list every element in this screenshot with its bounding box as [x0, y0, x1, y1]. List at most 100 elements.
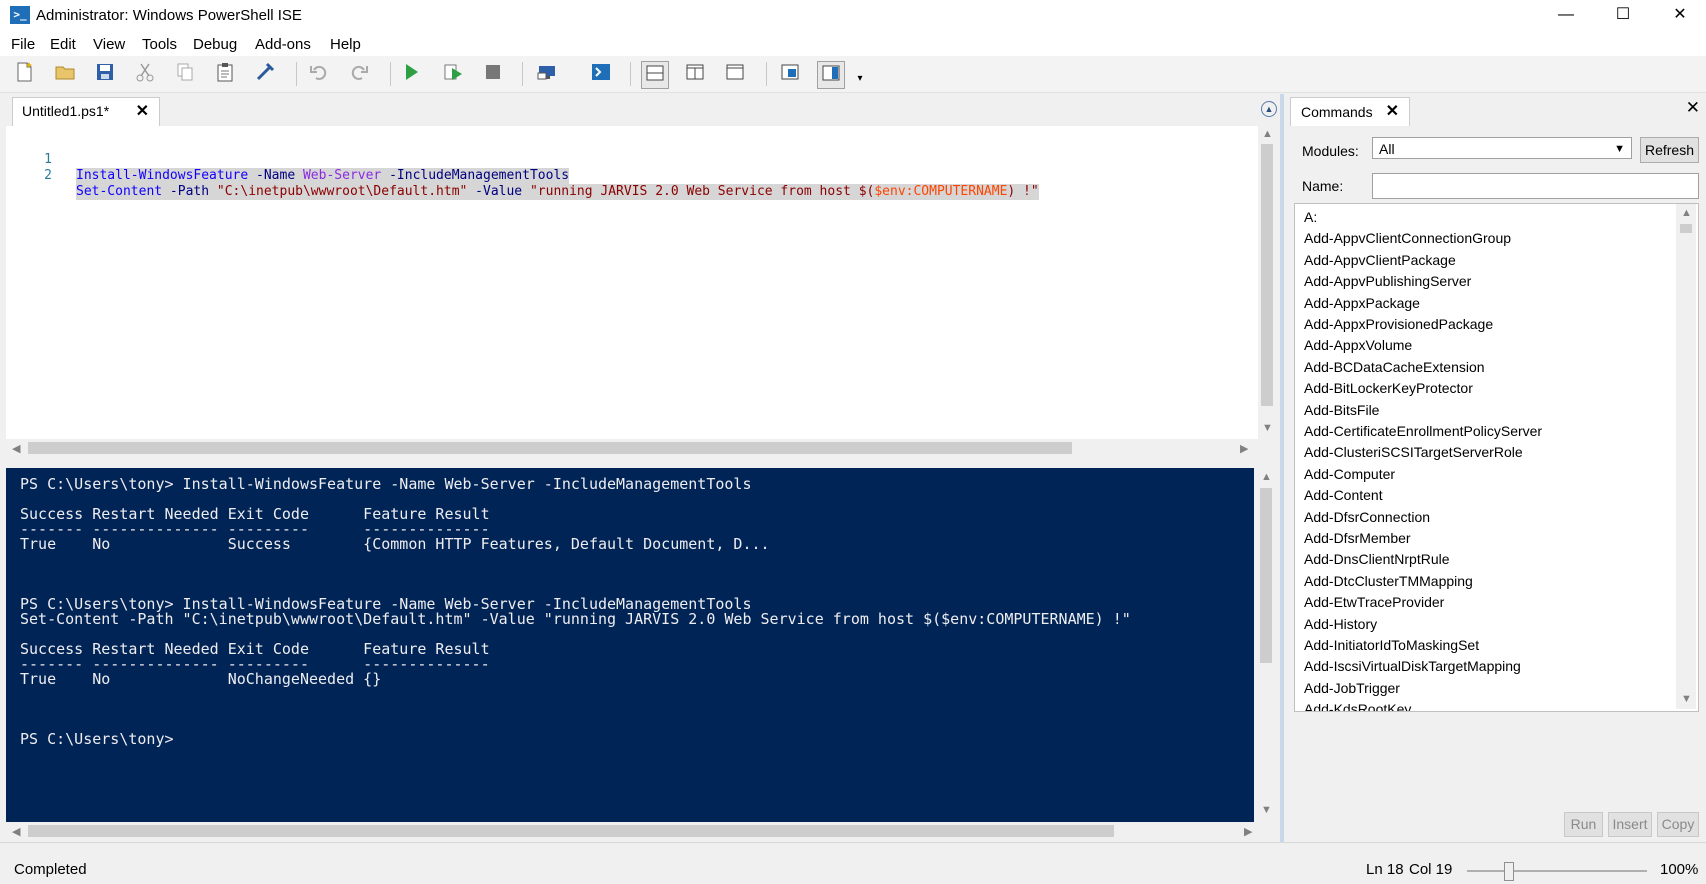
list-item[interactable]: Add-AppxProvisionedPackage — [1304, 314, 1493, 334]
clear-icon[interactable] — [252, 61, 278, 87]
chevron-down-icon[interactable]: ▼ — [1262, 422, 1273, 434]
copy-icon[interactable] — [172, 61, 198, 87]
paste-icon[interactable] — [212, 61, 238, 87]
list-item[interactable]: Add-JobTrigger — [1304, 678, 1400, 698]
list-item[interactable]: Add-IscsiVirtualDiskTargetMapping — [1304, 656, 1521, 676]
list-item[interactable]: Add-DtcClusterTMMapping — [1304, 571, 1473, 591]
layout-top-icon[interactable] — [641, 61, 669, 89]
chevron-down-icon: ▼ — [1614, 143, 1625, 155]
list-item[interactable]: Add-DfsrConnection — [1304, 507, 1430, 527]
undo-icon[interactable] — [306, 61, 332, 87]
list-item[interactable]: Add-AppxVolume — [1304, 335, 1412, 355]
copy-button[interactable]: Copy — [1657, 812, 1699, 837]
maximize-button[interactable]: ☐ — [1597, 0, 1649, 30]
console-line: PS C:\Users\tony> Install-WindowsFeature… — [20, 475, 752, 493]
tab-commands[interactable]: Commands ✕ — [1290, 97, 1410, 126]
console-horizontal-scrollbar[interactable]: ◀ ▶ — [6, 822, 1276, 840]
list-item[interactable]: Add-EtwTraceProvider — [1304, 592, 1444, 612]
chevron-down-icon[interactable]: ▼ — [1261, 804, 1272, 816]
list-item[interactable]: Add-BitLockerKeyProtector — [1304, 378, 1473, 398]
list-item[interactable]: Add-ClusteriSCSITargetServerRole — [1304, 442, 1523, 462]
menu-help[interactable]: Help — [330, 36, 361, 53]
list-item[interactable]: Add-Content — [1304, 485, 1383, 505]
minimize-button[interactable]: — — [1540, 0, 1592, 30]
code-line: 1 Install-WindowsFeature -Name Web-Serve… — [6, 136, 570, 184]
chevron-up-icon[interactable]: ▲ — [1261, 471, 1272, 483]
redo-icon[interactable] — [346, 61, 372, 87]
chevron-down-icon[interactable]: ▼ — [1681, 693, 1692, 705]
scroll-thumb[interactable] — [28, 825, 1114, 837]
list-item[interactable]: Add-AppvClientConnectionGroup — [1304, 228, 1511, 248]
menu-file[interactable]: File — [11, 36, 35, 53]
menu-debug[interactable]: Debug — [193, 36, 237, 53]
layout-right-icon[interactable] — [682, 61, 708, 87]
insert-button[interactable]: Insert — [1608, 812, 1652, 837]
list-item[interactable]: Add-AppxPackage — [1304, 293, 1420, 313]
menu-addons[interactable]: Add-ons — [255, 36, 311, 53]
chevron-right-icon[interactable]: ▶ — [1244, 825, 1252, 838]
line-number: 2 — [44, 168, 52, 183]
commands-list-scrollbar[interactable]: ▲ ▼ — [1676, 204, 1696, 709]
stop-icon[interactable] — [480, 61, 506, 87]
show-commands-icon[interactable] — [817, 61, 845, 89]
close-pane-icon[interactable]: ✕ — [1686, 98, 1700, 118]
chevron-up-icon[interactable]: ▲ — [1681, 207, 1692, 219]
list-item[interactable]: Add-BCDataCacheExtension — [1304, 357, 1485, 377]
list-item[interactable]: Add-Computer — [1304, 464, 1395, 484]
commands-list[interactable]: A: Add-AppvClientConnectionGroup Add-AppvC… — [1294, 203, 1699, 712]
editor-horizontal-scrollbar[interactable]: ◀ ▶ — [6, 439, 1258, 457]
collapse-script-pane-icon[interactable]: ▲ — [1261, 101, 1277, 117]
menu-edit[interactable]: Edit — [50, 36, 76, 53]
console-vertical-scrollbar[interactable]: ▲ ▼ — [1256, 468, 1276, 822]
tab-untitled1[interactable]: Untitled1.ps1* ✕ — [12, 97, 160, 126]
console-line: True No NoChangeNeeded {} — [20, 670, 382, 688]
run-icon[interactable] — [398, 61, 424, 87]
list-item[interactable]: Add-BitsFile — [1304, 400, 1379, 420]
open-icon[interactable] — [52, 61, 78, 87]
list-item[interactable]: Add-CertificateEnrollmentPolicyServer — [1304, 421, 1542, 441]
editor-vertical-scrollbar[interactable]: ▲ ▼ — [1258, 126, 1276, 439]
remote-powershell-icon[interactable] — [534, 61, 560, 87]
menu-view[interactable]: View — [93, 36, 125, 53]
save-icon[interactable] — [92, 61, 118, 87]
name-field[interactable] — [1372, 173, 1699, 199]
scroll-thumb[interactable] — [1261, 144, 1273, 406]
cut-icon[interactable] — [132, 61, 158, 87]
refresh-button[interactable]: Refresh — [1640, 137, 1699, 163]
layout-max-icon[interactable] — [722, 61, 748, 87]
list-item[interactable]: Add-History — [1304, 614, 1377, 634]
chevron-up-icon[interactable]: ▲ — [1262, 128, 1273, 140]
list-item[interactable]: Add-AppvClientPackage — [1304, 250, 1456, 270]
addon-icon[interactable] — [777, 61, 803, 87]
scroll-thumb[interactable] — [1680, 224, 1692, 233]
console-pane[interactable]: PS C:\Users\tony> Install-WindowsFeature… — [6, 468, 1254, 822]
scroll-thumb[interactable] — [1260, 488, 1272, 663]
chevron-left-icon[interactable]: ◀ — [12, 825, 20, 838]
zoom-slider[interactable] — [1467, 870, 1647, 872]
scroll-thumb[interactable] — [28, 442, 1072, 454]
list-item[interactable]: A: — [1304, 207, 1317, 227]
chevron-left-icon[interactable]: ◀ — [12, 442, 20, 455]
modules-select[interactable]: All ▼ — [1372, 137, 1632, 159]
script-editor[interactable]: 1 Install-WindowsFeature -Name Web-Serve… — [6, 126, 1258, 439]
list-item[interactable]: Add-DnsClientNrptRule — [1304, 549, 1450, 569]
powershell-console-icon[interactable] — [588, 61, 614, 87]
close-icon[interactable]: ✕ — [1386, 101, 1399, 121]
close-window-button[interactable]: ✕ — [1654, 0, 1706, 30]
list-item[interactable]: Add-KdsRootKey — [1304, 699, 1411, 711]
list-item[interactable]: Add-DfsrMember — [1304, 528, 1411, 548]
overflow-icon[interactable]: ▾ — [853, 66, 867, 92]
status-bar: Completed Ln 18 Col 19 100% — [0, 842, 1706, 884]
run-button[interactable]: Run — [1564, 812, 1603, 837]
chevron-right-icon[interactable]: ▶ — [1240, 442, 1248, 455]
new-icon[interactable] — [11, 61, 37, 87]
menu-tools[interactable]: Tools — [142, 36, 177, 53]
list-item[interactable]: Add-AppvPublishingServer — [1304, 271, 1471, 291]
run-selection-icon[interactable] — [440, 61, 466, 87]
zoom-slider-thumb[interactable] — [1504, 862, 1514, 881]
close-icon[interactable]: ✕ — [136, 101, 149, 121]
status-text: Completed — [14, 861, 87, 878]
list-item[interactable]: Add-InitiatorIdToMaskingSet — [1304, 635, 1479, 655]
